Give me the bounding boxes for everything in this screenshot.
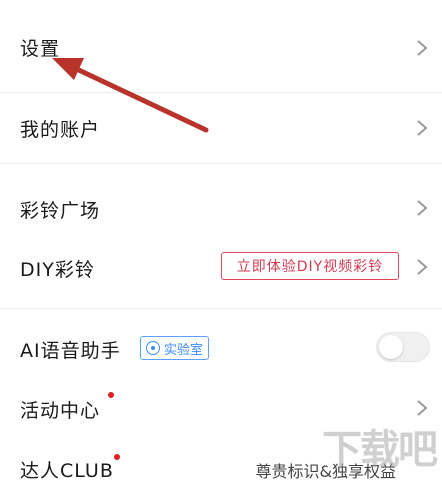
watermark: 下载吧	[322, 427, 438, 473]
club-label: 达人CLUB	[20, 460, 114, 482]
activity-center-label: 活动中心	[20, 400, 101, 422]
divider	[0, 308, 442, 309]
ai-assistant-label: AI语音助手	[20, 340, 121, 362]
diy-promo-button[interactable]: 立即体验DIY视频彩铃	[221, 252, 399, 280]
chevron-right-icon	[417, 120, 428, 136]
divider	[0, 163, 442, 164]
chevron-right-icon	[417, 259, 428, 275]
ai-assistant-toggle[interactable]	[376, 332, 430, 362]
settings-row[interactable]: 设置	[0, 0, 442, 92]
account-row[interactable]: 我的账户	[0, 93, 442, 163]
diy-ringtone-label: DIY彩铃	[20, 259, 95, 281]
ai-assistant-row: AI语音助手 实验室	[0, 320, 442, 376]
toggle-knob	[379, 335, 403, 359]
notification-dot	[108, 392, 114, 398]
chevron-right-icon	[417, 400, 428, 416]
lab-icon	[146, 341, 160, 355]
lab-badge-text: 实验室	[164, 342, 204, 358]
chevron-right-icon	[417, 40, 428, 56]
chevron-right-icon	[417, 200, 428, 216]
lab-badge: 实验室	[140, 336, 210, 360]
diy-ringtone-row[interactable]: DIY彩铃 立即体验DIY视频彩铃	[0, 240, 442, 296]
account-label: 我的账户	[20, 119, 101, 141]
ringtone-plaza-label: 彩铃广场	[20, 200, 101, 222]
settings-label: 设置	[20, 38, 61, 60]
ringtone-plaza-row[interactable]: 彩铃广场	[0, 180, 442, 236]
notification-dot	[114, 454, 120, 460]
